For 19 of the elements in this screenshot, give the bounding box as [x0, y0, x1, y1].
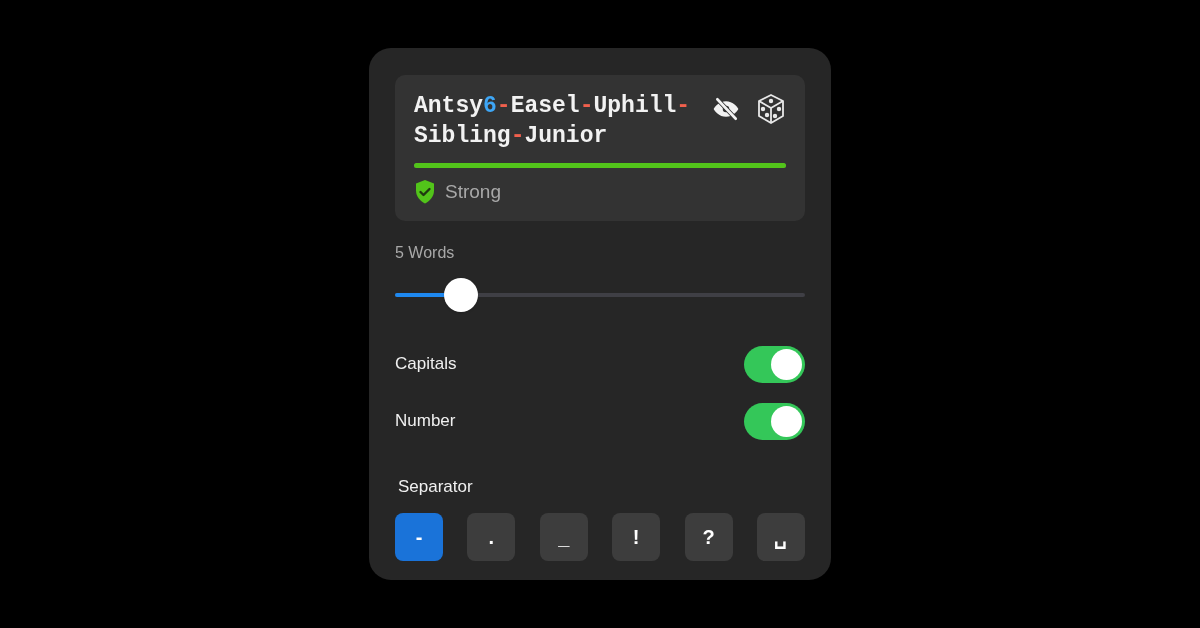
separator-option[interactable]: ␣ [756, 513, 805, 561]
hide-password-icon[interactable] [712, 95, 740, 123]
separator-option[interactable]: ! [612, 513, 661, 561]
separator-option[interactable]: _ [539, 513, 588, 561]
strength-label: Strong [445, 180, 501, 204]
toggle-label: Number [395, 410, 456, 433]
toggle-switch[interactable] [744, 345, 805, 383]
toggle-switch[interactable] [744, 402, 805, 440]
password-text: Antsy6-Easel-Uphill- Sibling-Junior [414, 92, 691, 151]
dice-icon[interactable] [756, 93, 786, 125]
word-count-label: 5 Words [395, 242, 456, 263]
separator-option[interactable]: . [467, 513, 516, 561]
slider-thumb[interactable] [443, 277, 478, 312]
toggle-label: Capitals [395, 353, 457, 376]
shield-check-icon [414, 179, 436, 206]
separator-option[interactable]: - [395, 513, 443, 561]
separator-label: Separator [398, 475, 474, 498]
word-count-slider[interactable] [395, 277, 805, 312]
separator-option[interactable]: ? [684, 513, 733, 561]
